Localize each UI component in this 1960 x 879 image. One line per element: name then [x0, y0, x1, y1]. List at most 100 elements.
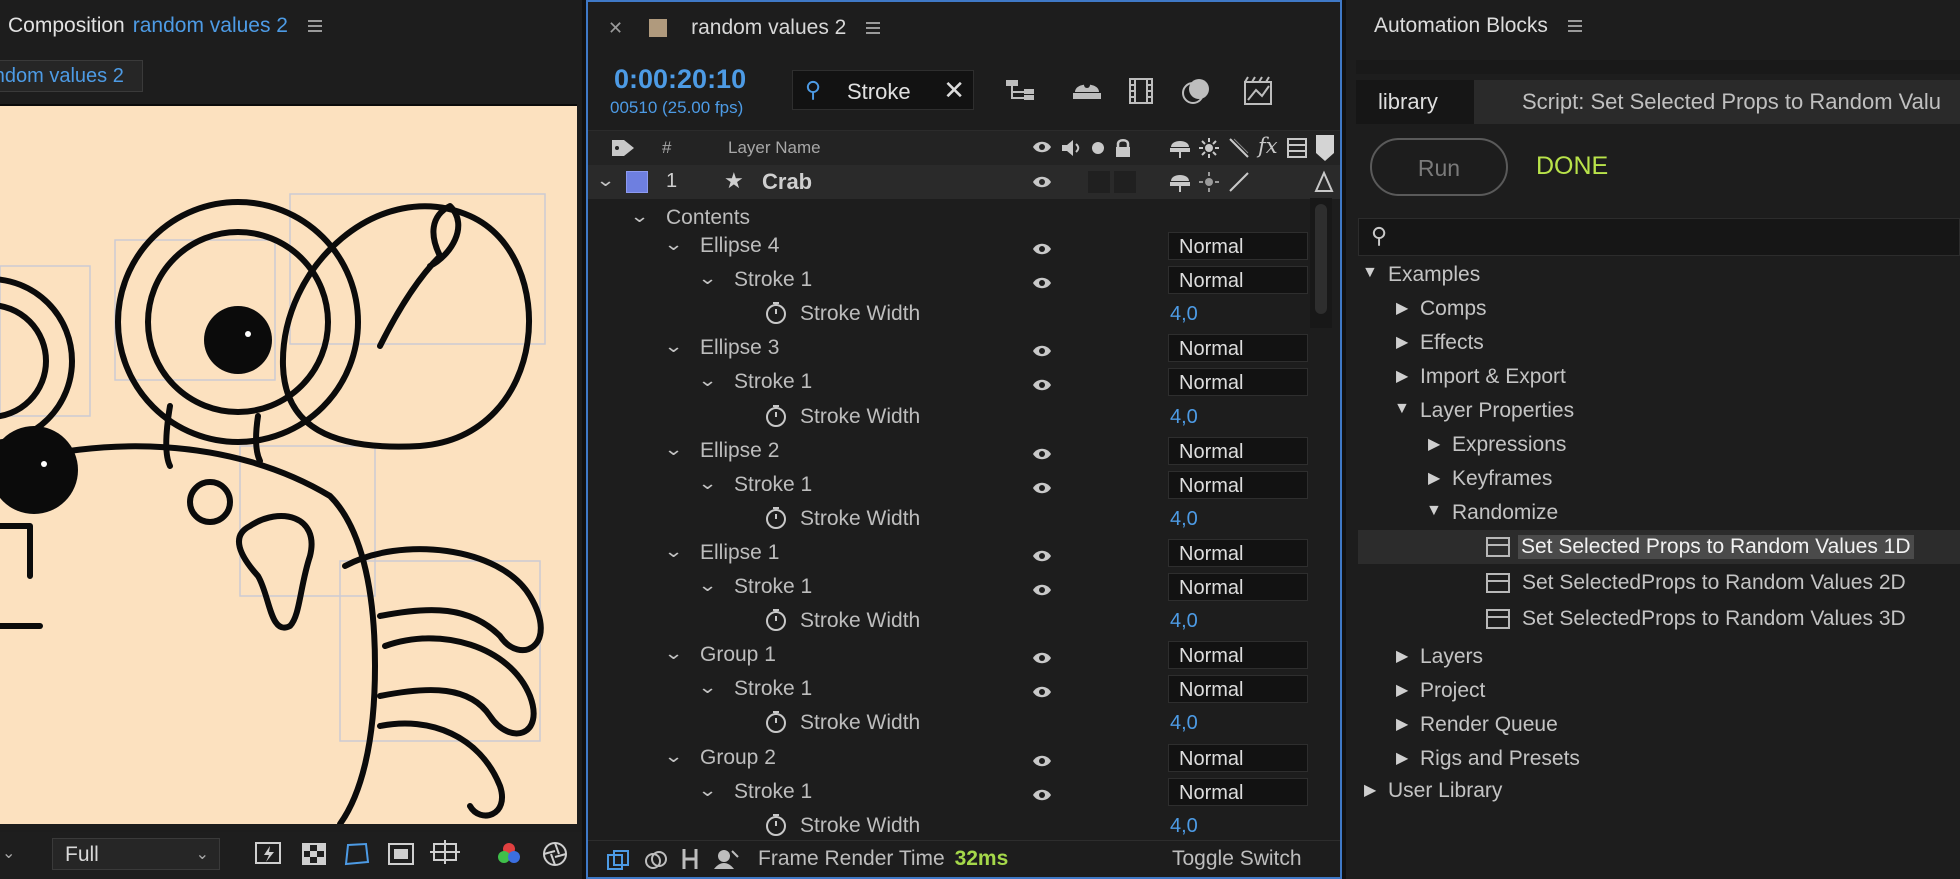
effects-fx-icon[interactable]: fx — [1258, 134, 1278, 158]
chevron-down-icon[interactable]: ⌄ — [596, 170, 616, 191]
blend-mode-select[interactable]: Normal — [1168, 436, 1308, 465]
tree-item-expressions[interactable]: ▶ Expressions — [1358, 428, 1960, 462]
grid-guides-icon[interactable] — [430, 840, 460, 868]
blend-mode-select[interactable]: Normal — [1168, 368, 1308, 397]
tab-library[interactable]: library — [1356, 80, 1474, 124]
eye-icon[interactable] — [1032, 374, 1052, 391]
stroke-width-value[interactable]: 4,0 — [1170, 303, 1198, 326]
composition-viewer[interactable] — [0, 104, 577, 824]
stroke-width-value[interactable]: 4,0 — [1170, 406, 1198, 429]
chevron-down-icon[interactable]: ⌄ — [698, 780, 718, 801]
graph-editor-icon[interactable] — [1242, 76, 1276, 108]
tree-item-script-2d[interactable]: Set SelectedProps to Random Values 2D — [1358, 566, 1960, 600]
fast-previews-icon[interactable] — [254, 840, 284, 868]
tree-item-script-1d[interactable]: Set Selected Props to Random Values 1D — [1358, 530, 1960, 564]
tree-item-effects[interactable]: ▶ Effects — [1358, 326, 1960, 360]
blending-modes-icon[interactable] — [644, 849, 668, 871]
tree-item-render-queue[interactable]: ▶ Render Queue — [1358, 708, 1960, 742]
transparency-grid-icon[interactable] — [300, 840, 330, 868]
composition-name[interactable]: random values 2 — [133, 14, 288, 38]
stretch-icon[interactable] — [712, 847, 740, 871]
chevron-down-icon[interactable]: ⌄ — [664, 439, 684, 460]
tree-item-comps[interactable]: ▶ Comps — [1358, 292, 1960, 326]
tree-item-layer-properties[interactable]: ▼ Layer Properties — [1358, 394, 1960, 428]
blend-mode-select[interactable]: Normal — [1168, 266, 1308, 295]
composition-menu-icon[interactable] — [308, 17, 322, 35]
shy-layers-icon[interactable] — [1070, 76, 1104, 106]
shape-group-row[interactable]: ⌄ Ellipse 3 Normal — [588, 331, 1340, 365]
tree-item-import-export[interactable]: ▶ Import & Export — [1358, 360, 1960, 394]
eye-icon[interactable] — [1032, 140, 1052, 154]
in-out-icon[interactable] — [678, 847, 702, 871]
chevron-down-icon[interactable]: ⌄ — [664, 336, 684, 357]
chevron-down-icon[interactable]: ⌄ — [698, 370, 718, 391]
label-tag-icon[interactable] — [610, 137, 636, 159]
blend-mode-select[interactable]: Normal — [1168, 641, 1308, 670]
audio-icon[interactable] — [1060, 138, 1082, 158]
stroke-row[interactable]: ⌄ Stroke 1 Normal — [588, 570, 1340, 604]
eye-icon[interactable] — [1032, 545, 1052, 562]
shape-group-row[interactable]: ⌄ Ellipse 2 Normal — [588, 434, 1340, 468]
tree-item-keyframes[interactable]: ▶ Keyframes — [1358, 462, 1960, 496]
lock-icon[interactable] — [1114, 138, 1132, 158]
stroke-width-value[interactable]: 4,0 — [1170, 610, 1198, 633]
chevron-down-icon[interactable]: ⌄ — [698, 677, 718, 698]
chevron-down-icon[interactable]: ⌄ — [630, 206, 650, 227]
stroke-width-value[interactable]: 4,0 — [1170, 508, 1198, 531]
composition-tab[interactable]: random values 2 — [0, 60, 143, 92]
chevron-down-icon[interactable]: ⌄ — [664, 643, 684, 664]
layer-name[interactable]: Crab — [762, 169, 812, 195]
frame-blending-icon[interactable] — [1126, 76, 1156, 106]
blend-mode-select[interactable]: Normal — [1168, 777, 1308, 806]
exposure-icon[interactable] — [540, 840, 570, 868]
blend-mode-select[interactable]: Normal — [1168, 232, 1308, 260]
blend-mode-select[interactable]: Normal — [1168, 743, 1308, 772]
tab-script[interactable]: Script: Set Selected Props to Random Val… — [1522, 89, 1941, 115]
quality-icon[interactable] — [1228, 137, 1250, 159]
quality-icon[interactable] — [1228, 171, 1250, 193]
pen-tool-icon[interactable] — [1312, 169, 1336, 195]
current-time-display[interactable]: 0:00:20:10 — [614, 64, 746, 95]
clear-search-icon[interactable]: ✕ — [943, 75, 965, 106]
stopwatch-icon[interactable] — [764, 608, 788, 632]
toggle-switches-button[interactable]: Toggle Switch — [1172, 847, 1302, 871]
shape-group-row[interactable]: ⌄ Group 2 Normal — [588, 741, 1340, 775]
stroke-row[interactable]: ⌄ Stroke 1 Normal — [588, 468, 1340, 502]
stroke-row[interactable]: ⌄ Stroke 1 Normal — [588, 263, 1340, 297]
blend-mode-select[interactable]: Normal — [1168, 573, 1308, 601]
tree-item-rigs-presets[interactable]: ▶ Rigs and Presets — [1358, 742, 1960, 776]
stroke-width-value[interactable]: 4,0 — [1170, 712, 1198, 735]
chevron-down-icon[interactable]: ⌄ — [664, 234, 684, 255]
blend-mode-select[interactable]: Normal — [1168, 675, 1308, 704]
stroke-row[interactable]: ⌄ Stroke 1 Normal — [588, 775, 1340, 809]
close-icon[interactable]: ✕ — [608, 18, 623, 39]
eye-icon[interactable] — [1032, 647, 1052, 664]
blend-mode-select[interactable]: Normal — [1168, 334, 1308, 363]
library-search-input[interactable]: ⚲ — [1358, 218, 1960, 256]
stopwatch-icon[interactable] — [764, 301, 788, 325]
eye-icon[interactable] — [1032, 784, 1052, 800]
stroke-width-row[interactable]: Stroke Width 4,0 — [588, 502, 1340, 536]
chevron-down-icon[interactable]: ⌄ — [664, 746, 684, 767]
column-layer-name[interactable]: Layer Name — [728, 138, 821, 158]
lock-switch[interactable] — [1114, 171, 1136, 193]
shape-group-row[interactable]: ⌄ Ellipse 4 Normal — [588, 229, 1340, 263]
region-of-interest-icon[interactable] — [386, 840, 416, 868]
stroke-width-value[interactable]: 4,0 — [1170, 815, 1198, 838]
stroke-row[interactable]: ⌄ Stroke 1 Normal — [588, 672, 1340, 706]
stroke-width-row[interactable]: Stroke Width 4,0 — [588, 297, 1340, 331]
chevron-down-icon[interactable]: ⌄ — [664, 541, 684, 562]
layer-search-field[interactable]: ⚲ Stroke ✕ — [792, 70, 974, 110]
stroke-width-row[interactable]: Stroke Width 4,0 — [588, 706, 1340, 740]
blend-mode-select[interactable]: Normal — [1168, 470, 1308, 499]
adjustment-layer-icon[interactable] — [1286, 137, 1308, 159]
stopwatch-icon[interactable] — [764, 710, 788, 734]
shape-group-row[interactable]: ⌄ Ellipse 1 Normal — [588, 536, 1340, 570]
tree-item-examples[interactable]: ▼ Examples — [1358, 258, 1960, 292]
stroke-width-row[interactable]: Stroke Width 4,0 — [588, 400, 1340, 434]
eye-icon[interactable] — [1032, 579, 1052, 596]
stopwatch-icon[interactable] — [764, 404, 788, 428]
eye-icon[interactable] — [1032, 750, 1052, 766]
chevron-down-icon[interactable]: ⌄ — [698, 575, 718, 596]
collapse-transform-icon[interactable] — [1198, 137, 1220, 159]
